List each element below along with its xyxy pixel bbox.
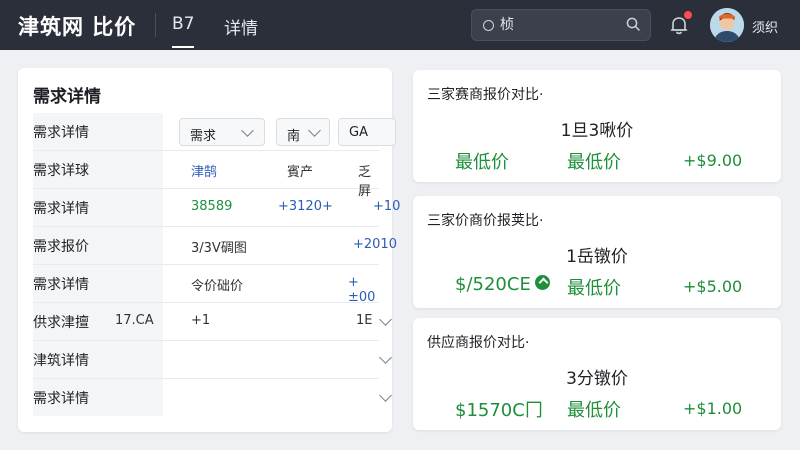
select-value: 需求 <box>190 129 217 144</box>
search-icon[interactable] <box>626 17 640 31</box>
price-delta: +$5.00 <box>683 277 743 296</box>
table-row: 需求详球 津鹄 賓产 乏屛 <box>33 151 379 199</box>
card-subtitle: 3分镦价 <box>566 369 628 389</box>
price-delta: +$9.00 <box>683 151 743 170</box>
row-label: 需求报价 <box>33 239 89 255</box>
search-prefix-icon <box>483 20 494 31</box>
tab-details[interactable]: 详情 <box>224 14 258 39</box>
card-title: 三家赛商报价对比· <box>427 87 544 103</box>
table-row: 供求津擅 17.CA +1 1E <box>33 303 392 341</box>
user-name[interactable]: 须织 <box>752 17 778 36</box>
region-select[interactable]: 南 <box>276 118 330 146</box>
table-row: 需求报价 3/3V碉图 +2010 <box>33 227 397 265</box>
chevron-down-icon[interactable] <box>379 313 392 326</box>
chevron-down-icon <box>241 124 254 137</box>
demand-details-panel: 需求详情 需求详情 需求 南 GA 需求详球 津鹄 賓产 乏屛 需求详情 385… <box>18 68 400 432</box>
select-value: 南 <box>287 129 301 144</box>
header-divider <box>155 13 156 37</box>
row-label: 需求详情 <box>33 125 89 141</box>
card-subtitle: 1旦3啾价 <box>560 121 634 141</box>
quote-comparison-card[interactable]: 三家价商价报荚比· 1岳镦价 $/520CE 最低价 +$5.00 <box>413 196 781 308</box>
field-value: GA <box>349 125 368 140</box>
cell-value: 17.CA <box>115 313 154 328</box>
lowest-price: 最低价 <box>567 278 621 299</box>
cell-value: +±00 <box>348 275 376 305</box>
card-subtitle: 1岳镦价 <box>566 247 628 267</box>
chevron-down-icon <box>308 124 321 137</box>
table-row: 需求详情 38589 +3120+ +10 <box>33 189 400 227</box>
price-value: $/520CE <box>455 274 531 295</box>
cell-value: 津鹄 <box>191 165 218 180</box>
avatar-icon <box>710 8 744 42</box>
row-label: 需求详情 <box>33 277 89 293</box>
ga-field[interactable]: GA <box>338 118 396 146</box>
cell-value: 賓产 <box>287 165 314 180</box>
price-delta: +$1.00 <box>683 399 743 418</box>
table-row: 需求详情 令价础价 +±00 <box>33 265 379 305</box>
search-box[interactable] <box>471 9 651 41</box>
demand-select[interactable]: 需求 <box>179 118 265 146</box>
trend-up-icon <box>535 275 550 290</box>
table-row: 津筑详情 <box>33 341 392 379</box>
tab-b7[interactable]: B7 <box>172 14 195 48</box>
top-bar: 津筑网 比价 B7 详情 须织 <box>0 0 800 50</box>
row-label: 需求详情 <box>33 391 89 407</box>
cell-value: 1E <box>356 313 373 328</box>
price-value: $1570C冂 <box>455 400 543 421</box>
cell-value: +10 <box>373 199 401 214</box>
cell-value: 令价础价 <box>191 279 244 294</box>
avatar[interactable] <box>710 8 744 42</box>
cell-value: 38589 <box>191 199 233 214</box>
cell-value: +1 <box>191 313 211 328</box>
row-label: 供求津擅 <box>33 315 89 331</box>
lowest-price: 最低价 <box>455 152 509 173</box>
card-title: 供应商报价对比· <box>427 335 530 351</box>
table-row: 需求详情 需求 南 GA <box>33 113 396 151</box>
cell-value: 3/3V碉图 <box>191 241 247 256</box>
card-title: 三家价商价报荚比· <box>427 213 544 229</box>
row-label: 津筑详情 <box>33 353 89 369</box>
chevron-down-icon[interactable] <box>379 389 392 402</box>
cell-value: +2010 <box>353 237 397 252</box>
table-row: 需求详情 <box>33 379 392 417</box>
brand-title[interactable]: 津筑网 比价 <box>18 11 136 41</box>
row-label: 需求详情 <box>33 201 89 217</box>
lowest-price: 最低价 <box>567 152 621 173</box>
search-input[interactable] <box>500 15 610 35</box>
quote-comparison-card[interactable]: 三家赛商报价对比· 1旦3啾价 最低价 最低价 +$9.00 <box>413 70 781 182</box>
chevron-down-icon[interactable] <box>379 351 392 364</box>
supplier-comparison-card[interactable]: 供应商报价对比· 3分镦价 $1570C冂 最低价 +$1.00 <box>413 318 781 430</box>
row-label: 需求详球 <box>33 163 89 179</box>
notification-bell[interactable] <box>668 11 692 36</box>
cell-value: +3120+ <box>278 199 333 214</box>
panel-title: 需求详情 <box>33 87 101 107</box>
notification-dot <box>684 11 692 19</box>
lowest-price: 最低价 <box>567 400 621 421</box>
